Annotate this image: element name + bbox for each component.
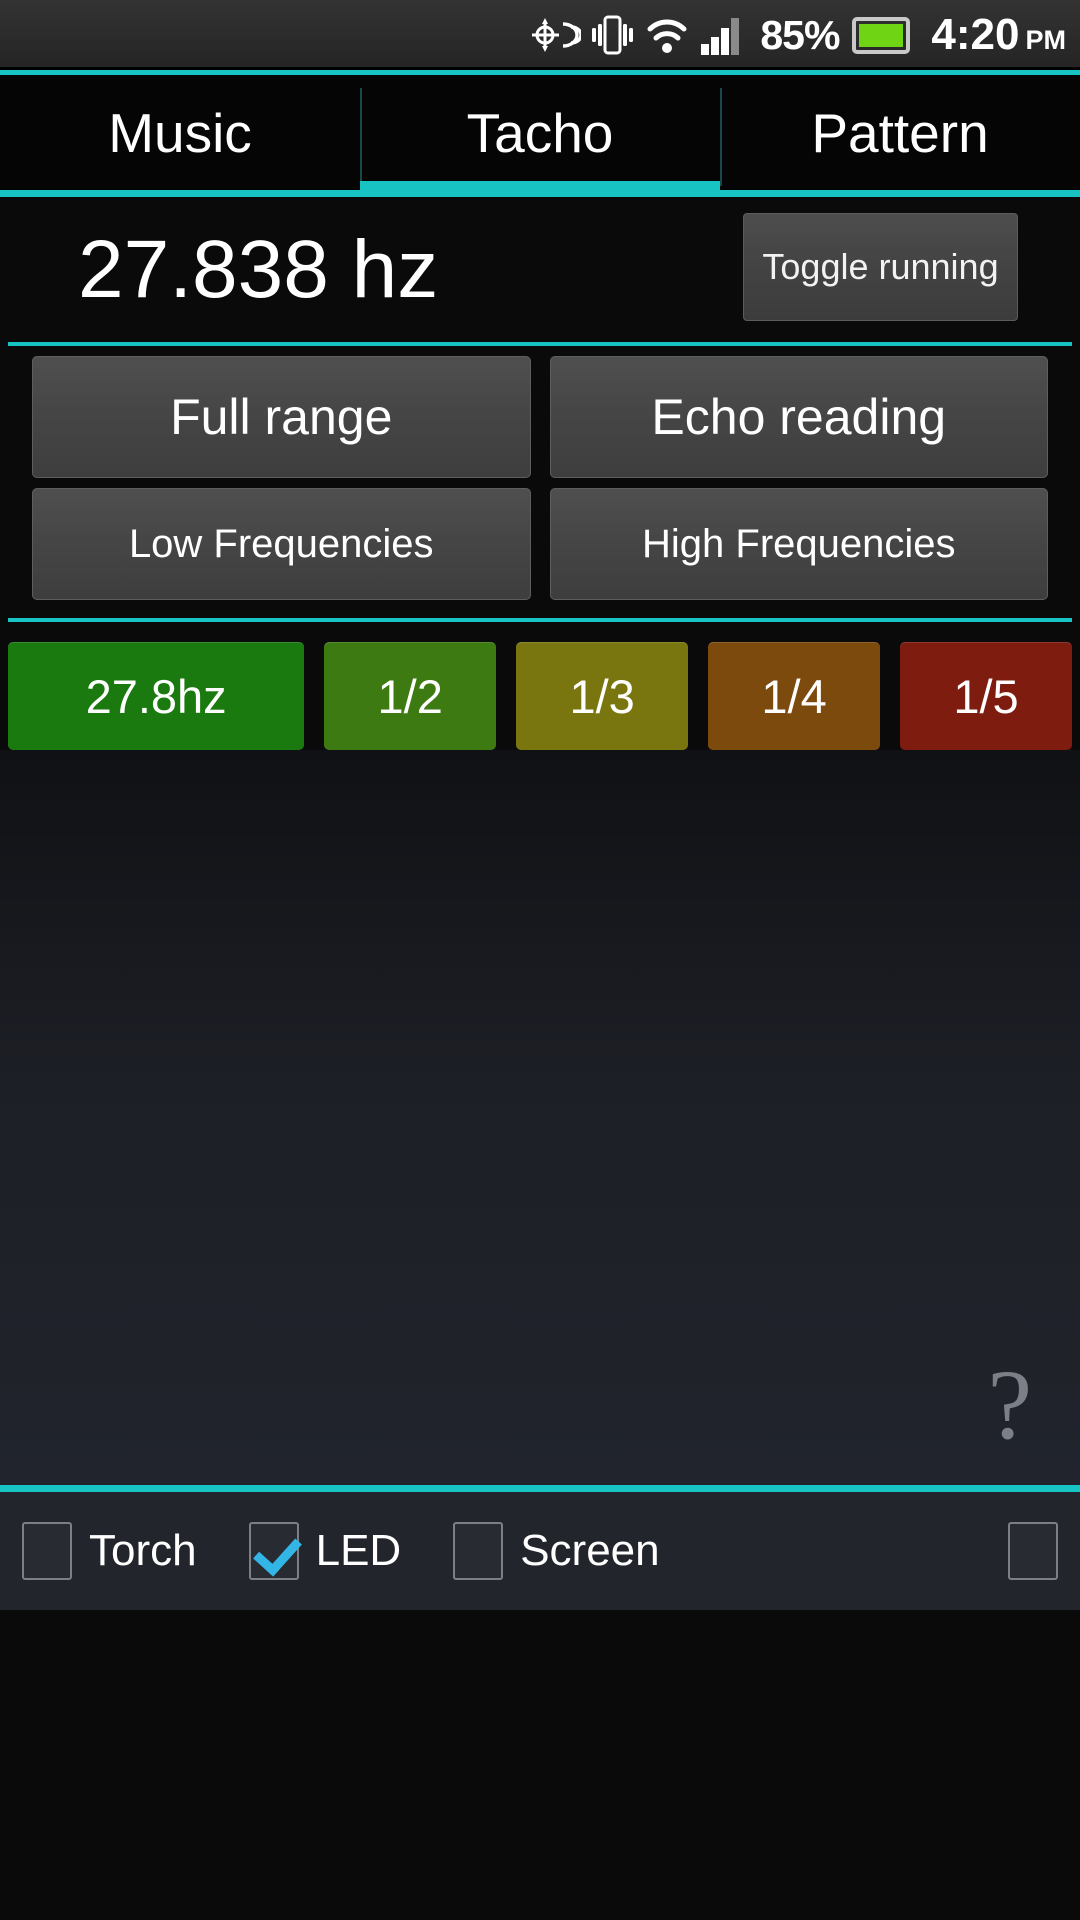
toggle-running-button[interactable]: Toggle running xyxy=(743,213,1018,321)
frequency-value: 27.838 hz xyxy=(78,223,439,315)
range-button-row-1: Full range Echo reading xyxy=(0,356,1080,478)
chip-quarter-label: 1/4 xyxy=(761,669,827,723)
harmonic-chip-row: 27.8hz 1/2 1/3 1/4 1/5 xyxy=(0,622,1080,750)
echo-reading-button[interactable]: Echo reading xyxy=(549,356,1048,478)
status-clock: 4:20 PM xyxy=(931,13,1066,57)
chip-quarter[interactable]: 1/4 xyxy=(708,642,881,750)
torch-checkbox-group[interactable]: Torch xyxy=(22,1522,197,1580)
tab-tacho-label: Tacho xyxy=(466,101,614,164)
led-checkbox[interactable] xyxy=(248,1522,299,1580)
high-frequencies-button[interactable]: High Frequencies xyxy=(549,488,1048,600)
screen-label: Screen xyxy=(520,1526,660,1575)
tab-tacho[interactable]: Tacho xyxy=(360,75,720,190)
active-tab-indicator xyxy=(360,181,720,190)
tabbar-accent-line xyxy=(0,190,1080,197)
status-bar: 85% 4:20 PM xyxy=(0,0,1080,70)
chip-half-label: 1/2 xyxy=(377,669,443,723)
tab-pattern-label: Pattern xyxy=(811,101,989,164)
tab-pattern[interactable]: Pattern xyxy=(720,75,1080,190)
screen-checkbox-group[interactable]: Screen xyxy=(453,1522,660,1580)
chip-fifth[interactable]: 1/5 xyxy=(900,642,1072,750)
range-button-grid: Full range Echo reading Low Frequencies … xyxy=(0,346,1080,618)
chip-third-label: 1/3 xyxy=(569,669,635,723)
extra-checkbox[interactable] xyxy=(1008,1522,1058,1580)
led-checkbox-group[interactable]: LED xyxy=(248,1522,402,1580)
chip-fundamental[interactable]: 27.8hz xyxy=(8,642,305,750)
main-content: 27.838 hz Toggle running Full range Echo… xyxy=(0,197,1080,1485)
torch-checkbox[interactable] xyxy=(22,1522,72,1580)
empty-display-area: ? xyxy=(0,750,1080,1485)
status-icons: 85% 4:20 PM xyxy=(529,12,1066,58)
vibrate-icon xyxy=(592,15,634,55)
clock-time: 4:20 xyxy=(931,10,1020,59)
help-icon[interactable]: ? xyxy=(988,1355,1032,1455)
echo-reading-label: Echo reading xyxy=(651,389,947,445)
low-frequencies-label: Low Frequencies xyxy=(128,521,434,566)
output-toggle-bar: Torch LED Screen xyxy=(0,1492,1080,1610)
chip-fifth-label: 1/5 xyxy=(953,669,1019,723)
chip-fundamental-label: 27.8hz xyxy=(85,669,227,723)
extra-checkbox-group[interactable] xyxy=(1008,1522,1058,1580)
battery-percent: 85% xyxy=(760,11,840,58)
torch-label: Torch xyxy=(89,1526,197,1575)
full-range-label: Full range xyxy=(170,389,393,445)
signal-icon xyxy=(701,18,740,55)
high-frequencies-label: High Frequencies xyxy=(642,521,956,566)
tab-music-label: Music xyxy=(108,101,252,164)
battery-icon xyxy=(852,17,911,54)
toggle-running-label: Toggle running xyxy=(762,246,999,287)
tab-music[interactable]: Music xyxy=(0,75,360,190)
full-range-button[interactable]: Full range xyxy=(32,356,531,478)
chip-half[interactable]: 1/2 xyxy=(324,642,497,750)
low-frequencies-button[interactable]: Low Frequencies xyxy=(32,488,531,600)
frequency-readout-row: 27.838 hz Toggle running xyxy=(0,197,1080,342)
chip-third[interactable]: 1/3 xyxy=(516,642,689,750)
gps-icon xyxy=(532,18,582,52)
wifi-icon xyxy=(647,19,687,53)
tab-bar: Music Tacho Pattern xyxy=(0,75,1080,190)
led-label: LED xyxy=(315,1526,402,1575)
screen-checkbox[interactable] xyxy=(453,1522,504,1580)
range-button-row-2: Low Frequencies High Frequencies xyxy=(0,488,1080,600)
clock-ampm: PM xyxy=(1025,25,1067,55)
bottombar-accent-line xyxy=(0,1485,1080,1492)
